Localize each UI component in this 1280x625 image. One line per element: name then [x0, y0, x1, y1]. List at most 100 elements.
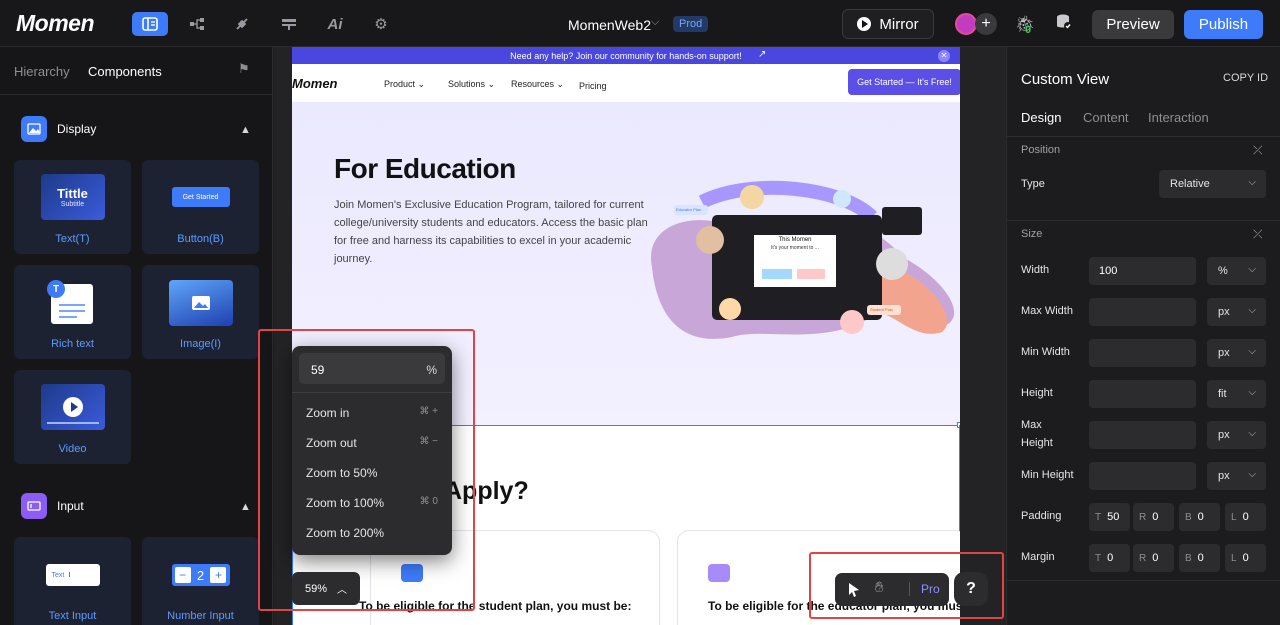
text-input-preview: Text I — [45, 564, 100, 586]
min-width-label: Min Width — [1021, 346, 1070, 358]
nav-item-solutions[interactable]: Solutions ⌄ — [448, 79, 495, 90]
component-number-input[interactable]: − 2 + Number Input — [142, 537, 259, 625]
component-rich-text[interactable]: T Rich text — [14, 265, 131, 359]
site-logo[interactable]: Momen — [292, 76, 338, 91]
nav-item-product[interactable]: Product ⌄ — [384, 79, 425, 90]
preview-button[interactable]: Preview — [1092, 10, 1174, 39]
component-button[interactable]: Get Started Button(B) — [142, 160, 259, 254]
margin-right-input[interactable]: R0 — [1133, 544, 1174, 572]
avatar[interactable] — [955, 13, 977, 35]
component-video[interactable]: Video — [14, 370, 131, 464]
t-badge-icon: T — [47, 280, 65, 298]
margin-label: Margin — [1021, 551, 1055, 563]
bookmark-icon[interactable]: ⚑ — [238, 61, 250, 77]
type-select[interactable]: Relative ⌵ — [1159, 170, 1266, 198]
zoom-menu: 59 % Zoom in ⌘ + Zoom out ⌘ − Zoom to 50… — [292, 346, 452, 555]
padding-right-input[interactable]: R0 — [1133, 503, 1174, 531]
gear-icon[interactable]: ⚙ — [363, 12, 399, 36]
mock-title: This Momen — [778, 237, 812, 243]
data-icon[interactable] — [271, 12, 307, 36]
collapse-icon[interactable]: ⤫ — [1253, 227, 1263, 242]
max-width-input[interactable] — [1089, 298, 1196, 326]
section-display[interactable]: Display — [21, 116, 96, 142]
nav-item-resources[interactable]: Resources ⌄ — [511, 79, 564, 90]
mirror-label: Mirror — [879, 15, 919, 33]
padding-top-input[interactable]: T 50 — [1089, 503, 1130, 531]
zoom-50-item[interactable]: Zoom to 50% — [306, 466, 377, 480]
chevron-up-icon[interactable]: ▲ — [240, 501, 251, 513]
padding-bottom-input[interactable]: B0 — [1179, 503, 1220, 531]
chevron-up-icon[interactable]: ▲ — [240, 124, 251, 136]
chevron-down-icon[interactable]: ⌵ — [651, 16, 659, 29]
tab-interaction[interactable]: Interaction — [1148, 110, 1209, 125]
component-image[interactable]: Image(I) — [142, 265, 259, 359]
section-input-title: Input — [57, 499, 84, 513]
hand-icon[interactable]: ✋︎ — [875, 579, 884, 596]
min-height-unit-select[interactable]: px ⌵ — [1207, 462, 1266, 490]
tab-components[interactable]: Components — [88, 64, 162, 79]
preview-title: Tittle — [57, 186, 88, 201]
component-text-input[interactable]: Text I Text Input — [14, 537, 131, 625]
width-input[interactable]: 100 — [1089, 257, 1196, 285]
zoom-100-item[interactable]: Zoom to 100% — [306, 496, 384, 510]
get-started-button[interactable]: Get Started — It's Free! — [848, 69, 960, 95]
tab-hierarchy[interactable]: Hierarchy — [14, 64, 70, 79]
max-height-input[interactable] — [1089, 421, 1196, 449]
min-width-unit-select[interactable]: px ⌵ — [1207, 339, 1266, 367]
arrow-up-right-icon[interactable]: ↗ — [758, 49, 766, 60]
components-icon[interactable] — [132, 12, 168, 36]
help-button[interactable]: ? — [954, 572, 988, 606]
component-label: Button(B) — [177, 233, 224, 245]
image-preview — [168, 280, 233, 326]
min-height-label: Min Height — [1021, 469, 1074, 481]
zoom-out-item[interactable]: Zoom out — [306, 436, 357, 450]
padding-left-input[interactable]: L0 — [1225, 503, 1266, 531]
zoom-in-item[interactable]: Zoom in — [306, 406, 349, 420]
mirror-button[interactable]: Mirror — [842, 9, 934, 39]
close-icon[interactable]: ✕ — [938, 50, 950, 62]
database-check-icon[interactable] — [1055, 13, 1073, 36]
publish-button[interactable]: Publish — [1184, 10, 1263, 39]
plug-icon[interactable] — [224, 12, 260, 36]
margin-top-input[interactable]: T0 — [1089, 544, 1130, 572]
announcement-banner[interactable]: Need any help? Join our community for ha… — [292, 47, 960, 64]
ai-icon[interactable]: Ai — [317, 12, 353, 36]
component-text[interactable]: Tittle Subtitle Text(T) — [14, 160, 131, 254]
max-height-unit-select[interactable]: px ⌵ — [1207, 421, 1266, 449]
zoom-in-shortcut: ⌘ + — [419, 406, 438, 417]
height-unit-select[interactable]: fit ⌵ — [1207, 380, 1266, 408]
zoom-100-shortcut: ⌘ 0 — [419, 496, 438, 507]
height-input[interactable] — [1089, 380, 1196, 408]
tab-design[interactable]: Design — [1021, 110, 1061, 125]
min-width-input[interactable] — [1089, 339, 1196, 367]
copy-id-button[interactable]: COPY ID — [1223, 72, 1268, 84]
number-input-preview: − 2 + — [171, 564, 230, 586]
margin-bottom-input[interactable]: B0 — [1179, 544, 1220, 572]
zoom-200-item[interactable]: Zoom to 200% — [306, 526, 384, 540]
cursor-icon[interactable] — [843, 579, 865, 601]
max-width-unit-select[interactable]: px ⌵ — [1207, 298, 1266, 326]
app-root: Momen Ai ⚙ MomenWeb2 ⌵ Prod Mirror + 🐞︎ … — [0, 0, 1280, 625]
zoom-toggle-button[interactable]: 59% ︿ — [292, 572, 360, 605]
add-collaborator-icon[interactable]: + — [975, 13, 997, 35]
zoom-input[interactable]: 59 % — [299, 353, 445, 384]
tab-content[interactable]: Content — [1083, 110, 1129, 125]
width-unit-select[interactable]: % ⌵ — [1207, 257, 1266, 285]
zoom-unit: % — [426, 363, 437, 377]
pro-label[interactable]: Pro — [921, 582, 940, 596]
padding-label: Padding — [1021, 510, 1062, 522]
collapse-icon[interactable]: ⤫ — [1253, 143, 1263, 158]
margin-left-input[interactable]: L0 — [1225, 544, 1266, 572]
project-name[interactable]: MomenWeb2 — [568, 17, 651, 33]
nav-item-pricing[interactable]: Pricing — [579, 81, 607, 91]
apply-heading: Apply? — [444, 477, 529, 505]
divider — [1007, 580, 1280, 581]
section-input[interactable]: Input — [21, 493, 84, 519]
momen-logo[interactable]: Momen — [16, 10, 95, 37]
tree-icon[interactable] — [179, 12, 215, 36]
min-height-input[interactable] — [1089, 462, 1196, 490]
env-badge[interactable]: Prod — [673, 16, 709, 32]
chevron-up-icon: ︿ — [337, 585, 348, 596]
position-section-title: Position — [1021, 144, 1061, 156]
hero-illustration: This Momen It's your moment to ... Educa… — [642, 177, 960, 362]
